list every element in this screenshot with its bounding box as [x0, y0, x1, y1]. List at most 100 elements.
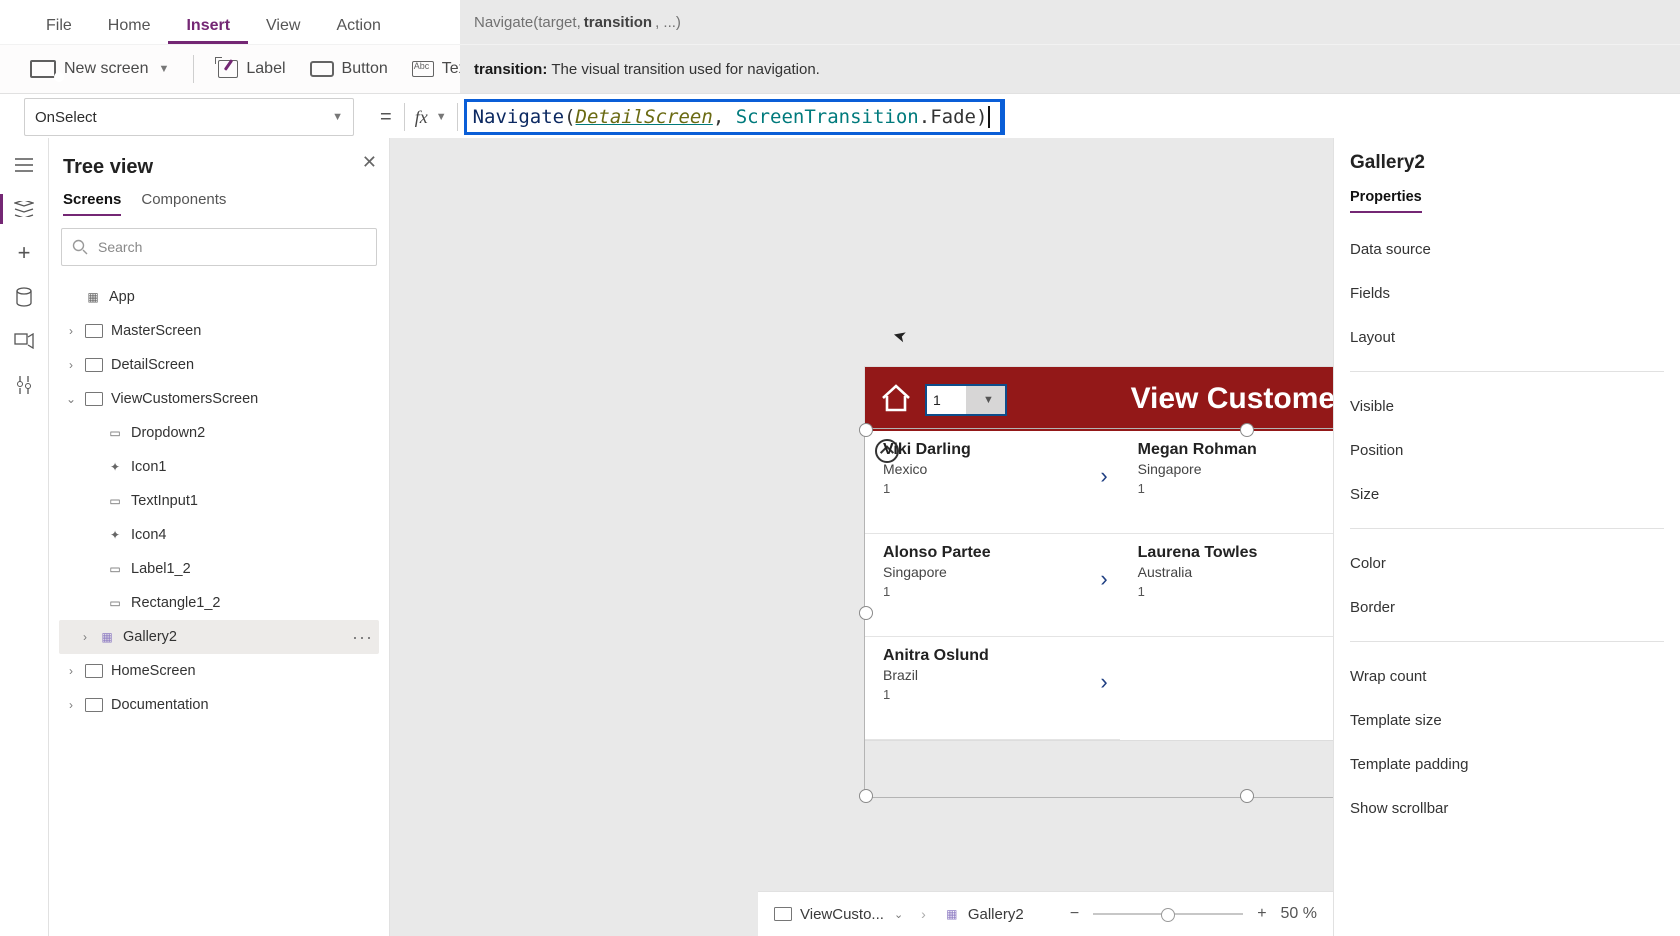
fx-button[interactable]: fx ▼ [405, 107, 457, 128]
tree-node-label: Icon4 [131, 527, 166, 543]
app-title: View Customers [1131, 382, 1364, 416]
rail-insert-icon[interactable]: + [13, 244, 35, 262]
expand-icon[interactable]: › [65, 358, 77, 372]
tree-node[interactable]: ⌄ ViewCustomersScreen [59, 382, 379, 416]
home-icon[interactable] [879, 381, 913, 415]
expand-icon[interactable]: › [65, 698, 77, 712]
textinput-icon: ▭ [107, 494, 123, 508]
expand-icon[interactable]: › [65, 664, 77, 678]
prop-row[interactable]: Wrap count [1350, 654, 1664, 698]
left-rail: + [0, 138, 49, 936]
prop-row[interactable]: Layout [1350, 315, 1664, 359]
prop-row[interactable]: Size [1350, 472, 1664, 516]
property-selector-value: OnSelect [35, 109, 97, 126]
header-dropdown[interactable]: 1 ▼ [925, 384, 1007, 416]
tree-node[interactable]: ▭TextInput1 [59, 484, 379, 518]
rail-media-icon[interactable] [13, 332, 35, 350]
formula-fn: Navigate [473, 106, 565, 128]
screen-icon [85, 358, 103, 372]
resize-handle[interactable] [859, 423, 873, 437]
expand-icon[interactable]: › [79, 630, 91, 644]
tab-components[interactable]: Components [141, 191, 226, 216]
resize-handle[interactable] [1240, 423, 1254, 437]
menu-tab-file[interactable]: File [28, 5, 90, 44]
properties-tab[interactable]: Properties [1350, 189, 1422, 213]
separator [1350, 528, 1664, 529]
tab-screens[interactable]: Screens [63, 191, 121, 216]
tree-search-input[interactable]: Search [61, 228, 377, 266]
tree-node-label: ViewCustomersScreen [111, 391, 258, 407]
zoom-out-button[interactable]: − [1070, 905, 1079, 923]
screen-icon [774, 907, 792, 921]
rail-treeview-icon[interactable] [13, 200, 35, 218]
tree-view-title: Tree view [63, 156, 375, 179]
zoom-controls: − + 50 % [1070, 905, 1317, 923]
prop-row[interactable]: Data source [1350, 227, 1664, 271]
icon-icon: ✦ [107, 460, 123, 474]
resize-handle[interactable] [859, 789, 873, 803]
tree-node[interactable]: ▭Label1_2 [59, 552, 379, 586]
tree-node-selected[interactable]: › ▦ Gallery2 ··· [59, 620, 379, 654]
tree-node-label: Gallery2 [123, 629, 177, 645]
resize-handle[interactable] [859, 606, 873, 620]
formula-input[interactable]: Navigate(DetailScreen, ScreenTransition.… [458, 99, 1680, 135]
prop-row[interactable]: Visible [1350, 384, 1664, 428]
expand-icon[interactable]: › [65, 324, 77, 338]
close-icon[interactable]: ✕ [362, 152, 377, 173]
tree-node-label: MasterScreen [111, 323, 201, 339]
more-icon[interactable]: ··· [352, 627, 373, 648]
app-menu-bar: File Home Insert View Action Navigate(ta… [0, 0, 1680, 45]
chevron-down-icon: ▼ [158, 63, 169, 75]
prop-row[interactable]: Color [1350, 541, 1664, 585]
prop-row[interactable]: Border [1350, 585, 1664, 629]
chevron-down-icon: ⌄ [894, 908, 903, 921]
dropdown-icon: ▭ [107, 426, 123, 440]
tree-node-label: HomeScreen [111, 663, 196, 679]
breadcrumb-control[interactable]: ▦ Gallery2 [944, 906, 1024, 923]
tree-node[interactable]: ✦Icon4 [59, 518, 379, 552]
tree-node[interactable]: › Documentation [59, 688, 379, 722]
tree-node[interactable]: ▭Rectangle1_2 [59, 586, 379, 620]
prop-row[interactable]: Position [1350, 428, 1664, 472]
prop-row[interactable]: Template padding [1350, 742, 1664, 786]
menu-tab-insert[interactable]: Insert [168, 5, 248, 44]
tree-node[interactable]: › MasterScreen [59, 314, 379, 348]
design-canvas[interactable]: ➤ 1 ▼ View Customers Viki Darling [390, 138, 1333, 936]
rail-data-icon[interactable] [13, 288, 35, 306]
chevron-down-icon: ▼ [332, 111, 343, 123]
breadcrumb-screen[interactable]: ViewCusto... ⌄ [774, 906, 903, 923]
properties-title: Gallery2 [1350, 152, 1664, 174]
tree-app-node[interactable]: ▦ App [59, 280, 379, 314]
tree-node[interactable]: ▭Dropdown2 [59, 416, 379, 450]
resize-handle[interactable] [1240, 789, 1254, 803]
gallery-icon: ▦ [944, 907, 960, 921]
tree-node[interactable]: › HomeScreen [59, 654, 379, 688]
tree-node[interactable]: ✦Icon1 [59, 450, 379, 484]
insert-button-button[interactable]: Button [310, 60, 388, 78]
tree-node-label: Documentation [111, 697, 209, 713]
tree-tabs: Screens Components [59, 191, 379, 216]
rail-hamburger-icon[interactable] [13, 156, 35, 174]
zoom-in-button[interactable]: + [1257, 905, 1266, 923]
screen-icon [85, 324, 103, 338]
collapse-icon[interactable]: ⌄ [65, 392, 77, 406]
menu-tab-home[interactable]: Home [90, 5, 169, 44]
menu-tab-action[interactable]: Action [318, 5, 398, 44]
menu-tab-view[interactable]: View [248, 5, 318, 44]
rectangle-icon: ▭ [107, 596, 123, 610]
insert-button-text: Button [342, 60, 388, 78]
rail-advanced-icon[interactable] [13, 376, 35, 394]
prop-row[interactable]: Fields [1350, 271, 1664, 315]
zoom-value: 50 % [1281, 905, 1317, 923]
zoom-slider[interactable] [1093, 913, 1243, 915]
prop-row[interactable]: Show scrollbar [1350, 786, 1664, 830]
formula-tooltip: transition: The visual transition used f… [460, 45, 1680, 93]
sig-p1: transition [584, 14, 652, 31]
formula-arg1: DetailScreen [576, 106, 713, 128]
tree-node[interactable]: › DetailScreen [59, 348, 379, 382]
property-selector[interactable]: OnSelect ▼ [24, 98, 354, 136]
prop-row[interactable]: Template size [1350, 698, 1664, 742]
new-screen-button[interactable]: New screen ▼ [30, 60, 169, 78]
formula-signature-hint: Navigate(target, transition, ...) [460, 0, 1680, 44]
insert-label-button[interactable]: Label [218, 60, 285, 78]
